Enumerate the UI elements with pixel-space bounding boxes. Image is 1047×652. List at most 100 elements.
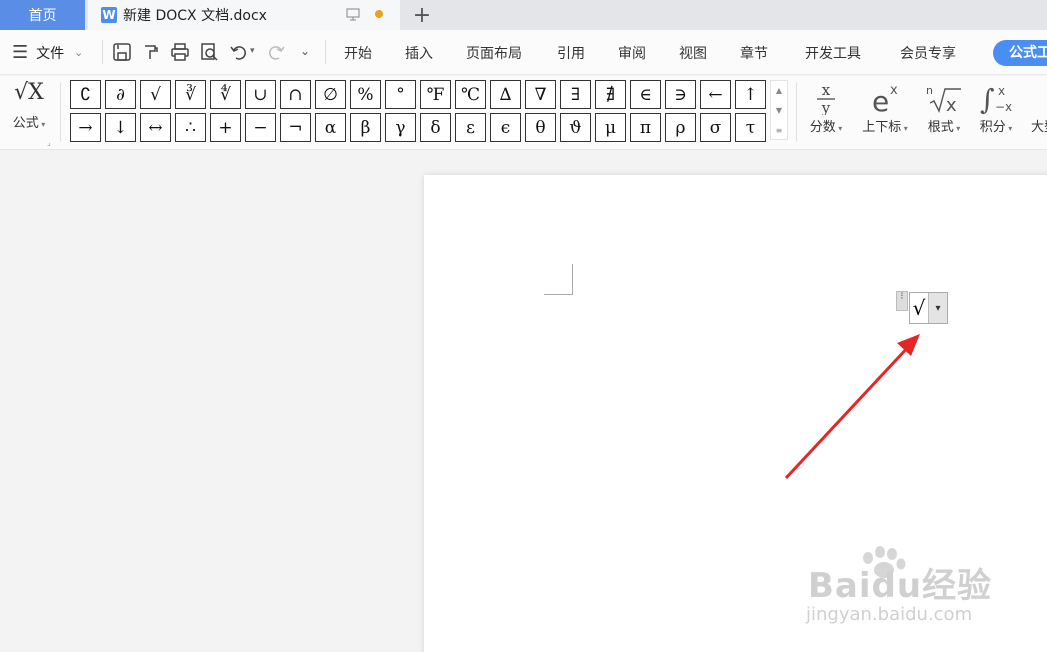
undo-icon[interactable] <box>229 42 249 62</box>
menu-formula-tools[interactable]: 公式工 <box>993 40 1047 66</box>
menu-insert[interactable]: 插入 <box>405 43 433 63</box>
file-menu[interactable]: ☰ 文件 ⌄ <box>12 42 83 63</box>
symbol-button[interactable]: ∪ <box>245 80 276 109</box>
watermark-brand: Baidu经验 <box>808 566 993 606</box>
redo-icon[interactable] <box>266 42 286 62</box>
symbol-button[interactable]: ∇ <box>525 80 556 109</box>
menu-member[interactable]: 会员专享 <box>900 43 956 63</box>
equation-options-dropdown[interactable]: ▾ <box>929 293 947 323</box>
symbol-button[interactable]: μ <box>595 113 626 142</box>
symbol-gallery: ∁ ∂ √ ∛ ∜ ∪ ∩ ∅% ° ℉ ℃ ∆ ∇ ∃ ∄ ∈ ∋ ← ↑ → ↓ ↔ ∴ + − ¬ α β γ δ ε ϵ θ ϑ μ π ρ σ τ <box>68 80 768 142</box>
divider <box>102 40 103 64</box>
menu-chapter[interactable]: 章节 <box>740 43 768 63</box>
symbol-button[interactable]: ∄ <box>595 80 626 109</box>
symbol-button[interactable]: ∩ <box>280 80 311 109</box>
symbol-button[interactable]: β <box>350 113 381 142</box>
symbol-button[interactable]: + <box>210 113 241 142</box>
dialog-launcher-icon[interactable]: ⌟ <box>47 138 51 147</box>
symbol-button[interactable]: γ <box>385 113 416 142</box>
integral-label: 积分 <box>979 120 1006 135</box>
svg-text:x: x <box>890 83 898 98</box>
svg-text:∫: ∫ <box>980 83 995 115</box>
monitor-icon[interactable] <box>346 7 360 23</box>
symbol-button[interactable]: ∋ <box>665 80 696 109</box>
menu-view[interactable]: 视图 <box>679 43 707 63</box>
symbol-button[interactable]: ∈ <box>630 80 661 109</box>
symbol-button[interactable]: ℃ <box>455 80 486 109</box>
symbol-button[interactable]: ϵ <box>490 113 521 142</box>
print-preview-icon[interactable] <box>199 42 219 62</box>
symbol-button[interactable]: ∂ <box>105 80 136 109</box>
superscript-icon: ex <box>856 80 914 116</box>
symbol-button[interactable]: → <box>70 113 101 142</box>
symbol-button[interactable]: ← <box>700 80 731 109</box>
menu-start[interactable]: 开始 <box>344 43 372 63</box>
symbol-button[interactable]: δ <box>420 113 451 142</box>
symbol-button[interactable]: ∃ <box>560 80 591 109</box>
formula-icon: √X <box>14 80 44 105</box>
format-painter-icon[interactable] <box>141 42 161 62</box>
equation-object[interactable]: √ ▾ <box>909 292 948 324</box>
svg-text:e: e <box>872 85 889 115</box>
expand-gallery-icon[interactable]: ≡ <box>771 121 787 141</box>
equation-drag-handle[interactable]: ⁝ <box>896 291 908 311</box>
fraction-label: 分数 <box>809 120 836 135</box>
scroll-up-icon[interactable]: ▲ <box>771 81 787 101</box>
chevron-down-icon: ▾ <box>901 124 908 133</box>
hamburger-icon: ☰ <box>12 42 29 63</box>
symbol-button[interactable]: ° <box>385 80 416 109</box>
symbol-button[interactable]: ∛ <box>175 80 206 109</box>
svg-text:y: y <box>821 99 831 115</box>
large-operator-button[interactable]: 大型 <box>1024 80 1047 142</box>
scroll-down-icon[interactable]: ▼ <box>771 101 787 121</box>
menu-page-layout[interactable]: 页面布局 <box>466 43 522 63</box>
symbol-button[interactable]: ∆ <box>490 80 521 109</box>
chevron-down-icon: ▾ <box>835 124 843 133</box>
symbol-button[interactable]: ℉ <box>420 80 451 109</box>
symbol-button[interactable]: ↑ <box>735 80 766 109</box>
svg-text:x: x <box>822 81 831 99</box>
unsaved-indicator <box>375 10 383 18</box>
symbol-button[interactable]: π <box>630 113 661 142</box>
fraction-button[interactable]: xy 分数 ▾ <box>804 80 848 142</box>
symbol-gallery-scroller[interactable]: ▲ ▼ ≡ <box>770 80 788 140</box>
symbol-button[interactable]: ∁ <box>70 80 101 109</box>
symbol-button[interactable]: α <box>315 113 346 142</box>
customize-toolbar-icon[interactable]: ⌄ <box>300 44 320 64</box>
file-menu-label: 文件 <box>36 45 65 62</box>
radical-button[interactable]: nx 根式 ▾ <box>922 80 966 142</box>
menu-review[interactable]: 审阅 <box>618 43 646 63</box>
symbol-button[interactable]: τ <box>735 113 766 142</box>
symbol-button[interactable]: ε <box>455 113 486 142</box>
new-tab-button[interactable]: + <box>410 2 434 28</box>
equation-content[interactable]: √ <box>910 293 929 323</box>
symbol-button[interactable]: ∴ <box>175 113 206 142</box>
chevron-down-icon: ▾ <box>953 124 961 133</box>
svg-text:x: x <box>946 95 957 115</box>
symbol-button[interactable]: − <box>245 113 276 142</box>
document-title: 新建 DOCX 文档.docx <box>123 8 267 24</box>
insert-formula-button[interactable]: √X 公式 ▾ <box>6 80 52 142</box>
integral-button[interactable]: ∫ x −x 积分 ▾ <box>974 80 1018 142</box>
symbol-button[interactable]: ¬ <box>280 113 311 142</box>
symbol-button[interactable]: ↓ <box>105 113 136 142</box>
tab-home[interactable]: 首页 <box>0 0 85 30</box>
divider <box>60 82 61 142</box>
symbol-button[interactable]: ∜ <box>210 80 241 109</box>
symbol-button[interactable]: σ <box>700 113 731 142</box>
print-icon[interactable] <box>170 42 190 62</box>
menu-developer-tools[interactable]: 开发工具 <box>805 43 861 63</box>
menu-references[interactable]: 引用 <box>557 43 585 63</box>
symbol-button[interactable]: ∅ <box>315 80 346 109</box>
symbol-button[interactable]: ϑ <box>560 113 591 142</box>
tab-document[interactable]: W 新建 DOCX 文档.docx <box>88 0 400 30</box>
chevron-down-icon: ⌄ <box>74 46 84 59</box>
script-button[interactable]: ex 上下标 ▾ <box>856 80 914 142</box>
radical-icon: nx <box>922 80 966 116</box>
symbol-button[interactable]: ↔ <box>140 113 171 142</box>
symbol-button[interactable]: % <box>350 80 381 109</box>
symbol-button[interactable]: θ <box>525 113 556 142</box>
symbol-button[interactable]: √ <box>140 80 171 109</box>
symbol-button[interactable]: ρ <box>665 113 696 142</box>
save-icon[interactable] <box>112 42 132 62</box>
